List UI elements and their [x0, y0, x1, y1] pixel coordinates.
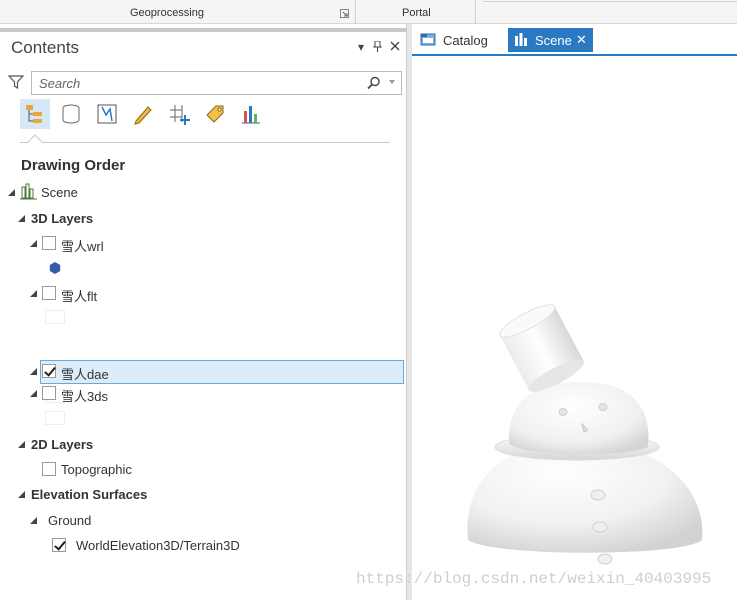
list-by-drawing-order-icon [26, 105, 42, 123]
ribbon-topline [483, 0, 737, 2]
tree-row-3d-layers[interactable]: 3D Layers [18, 208, 218, 230]
list-by-toolbar [20, 99, 395, 131]
ribbon-separator [475, 0, 476, 24]
layer-visibility-checkbox[interactable] [42, 386, 56, 400]
tree-row-scene[interactable]: Scene [8, 182, 208, 204]
collapse-icon[interactable] [30, 290, 37, 297]
collapse-icon[interactable] [8, 189, 15, 196]
search-dropdown-icon[interactable] [389, 80, 395, 84]
tree-row-layer[interactable]: 雪人flt [30, 283, 230, 305]
close-tab-icon[interactable]: ✕ [576, 32, 587, 48]
pane-options-icon[interactable]: ▾ [358, 40, 364, 54]
layer-symbol-swatch [45, 310, 65, 324]
dialog-launcher-icon[interactable] [340, 9, 349, 18]
tree-row-layer[interactable]: 雪人wrl [30, 233, 230, 255]
list-by-snapping-icon [170, 105, 190, 125]
list-by-data-source-icon [62, 104, 80, 124]
ribbon-separator [355, 0, 356, 24]
search-input[interactable] [37, 75, 357, 91]
filter-icon[interactable] [8, 74, 24, 90]
collapse-icon[interactable] [18, 491, 25, 498]
search-icon[interactable] [367, 76, 381, 90]
ribbon-group-portal: Portal [402, 7, 431, 19]
list-by-selection-icon [97, 104, 117, 124]
list-by-charts-icon [242, 106, 260, 124]
tree-label-elevation-surfaces: Elevation Surfaces [31, 487, 148, 502]
tab-label: Catalog [443, 33, 488, 48]
view-tabbar: Catalog Scene ✕ [412, 28, 737, 56]
tree-row-layer[interactable]: Topographic [40, 459, 240, 481]
tree-label-layer: 雪人wrl [61, 239, 104, 254]
list-by-drawing-order-button[interactable] [20, 99, 50, 129]
tree-label-ground: Ground [48, 513, 92, 528]
tree-row-layer-selected[interactable]: 雪人dae [30, 361, 230, 383]
watermark-text: https://blog.csdn.net/weixin_40403995 [356, 570, 712, 588]
tree-label-layer: 雪人dae [61, 367, 109, 382]
collapse-icon[interactable] [30, 517, 37, 524]
tree-label-3d-layers: 3D Layers [31, 211, 94, 226]
layer-symbol-swatch [45, 411, 65, 425]
collapse-icon[interactable] [30, 240, 37, 247]
contents-pane: Contents ▾ Search Drawing Order Scene 3D… [0, 28, 408, 600]
tree-label-scene: Scene [41, 185, 78, 200]
tree-label-layer: 雪人3ds [61, 389, 108, 404]
scene-view: Catalog Scene ✕ [412, 24, 737, 600]
tree-row-elevation-source[interactable]: WorldElevation3D/Terrain3D [52, 535, 302, 557]
hexagon-symbol-icon [49, 262, 61, 274]
tab-label: Scene [535, 33, 572, 48]
collapse-icon[interactable] [30, 368, 37, 375]
layer-visibility-checkbox[interactable] [42, 462, 56, 476]
tab-catalog[interactable]: Catalog [416, 28, 506, 52]
ribbon: Geoprocessing Portal [0, 0, 737, 24]
list-by-labeling-button[interactable] [200, 99, 230, 129]
pane-title: Contents [11, 38, 80, 57]
list-by-charts-button[interactable] [236, 99, 266, 129]
tree-row-layer[interactable]: 雪人3ds [30, 383, 230, 405]
tab-scene[interactable]: Scene ✕ [508, 28, 593, 52]
tree-row-ground[interactable]: Ground [30, 510, 230, 532]
layer-visibility-checkbox[interactable] [42, 286, 56, 300]
toolbar-divider [20, 142, 390, 143]
tree-row-2d-layers[interactable]: 2D Layers [18, 434, 218, 456]
layer-visibility-checkbox[interactable] [42, 236, 56, 250]
ribbon-group-geoprocessing: Geoprocessing [130, 7, 204, 19]
scene-icon [20, 183, 37, 200]
collapse-icon[interactable] [30, 390, 37, 397]
tree-label-2d-layers: 2D Layers [31, 437, 94, 452]
pin-icon[interactable] [373, 41, 382, 52]
list-by-data-source-button[interactable] [56, 99, 86, 129]
close-pane-icon[interactable] [390, 41, 400, 51]
tree-row-elevation-surfaces[interactable]: Elevation Surfaces [18, 484, 218, 506]
snowman-3d-model[interactable] [412, 52, 737, 600]
search-box[interactable] [31, 71, 402, 95]
catalog-icon [420, 33, 436, 46]
tree-label-layer: Topographic [61, 462, 132, 477]
list-by-editing-button[interactable] [128, 99, 158, 129]
elevation-visibility-checkbox[interactable] [52, 538, 66, 552]
layer-visibility-checkbox[interactable] [42, 364, 56, 378]
drawing-order-heading: Drawing Order [21, 157, 126, 174]
tree-label-layer: 雪人flt [61, 289, 98, 304]
scene-icon [515, 33, 527, 46]
tree-label-elevation-source: WorldElevation3D/Terrain3D [76, 538, 240, 553]
list-by-editing-icon [134, 106, 152, 125]
collapse-icon[interactable] [18, 441, 25, 448]
active-view-caret-icon [27, 134, 43, 143]
list-by-selection-button[interactable] [92, 99, 122, 129]
collapse-icon[interactable] [18, 215, 25, 222]
list-by-labeling-icon [206, 105, 224, 123]
list-by-snapping-button[interactable] [164, 99, 194, 129]
